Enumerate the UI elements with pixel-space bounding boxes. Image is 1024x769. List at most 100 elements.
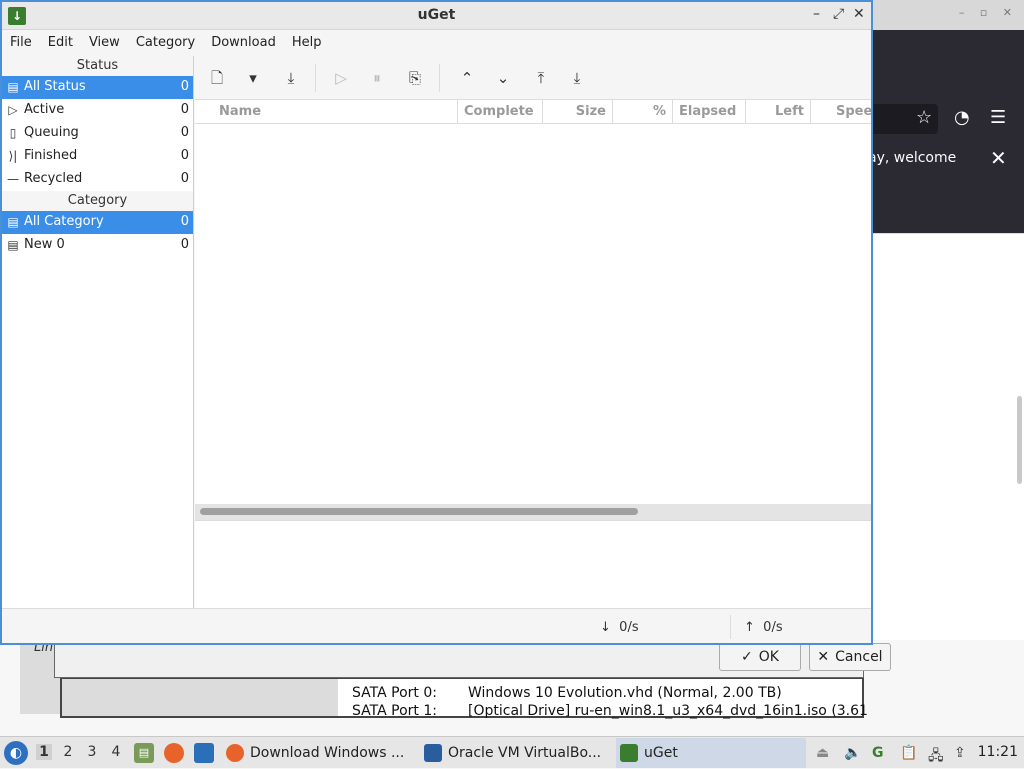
firefox-icon xyxy=(226,744,244,762)
column-complete[interactable]: Complete xyxy=(457,100,542,124)
status-label: Recycled xyxy=(24,171,83,186)
column-speed[interactable]: Speed xyxy=(810,100,871,124)
cancel-button[interactable]: ✕ Cancel xyxy=(809,643,891,671)
menu-help[interactable]: Help xyxy=(284,30,330,56)
network-icon[interactable]: 🖧 xyxy=(928,745,944,769)
workspace-3[interactable]: 3 xyxy=(84,744,100,760)
upload-speed-value: 0/s xyxy=(763,620,783,635)
column-percent[interactable]: % xyxy=(612,100,672,124)
sidebar: Status ▤ All Status 0 ▷ Active 0 ▯ Queui… xyxy=(2,56,194,608)
toolbar-separator xyxy=(439,64,440,92)
workspace-4[interactable]: 4 xyxy=(108,744,124,760)
category-header: Category xyxy=(2,191,193,211)
status-label: Queuing xyxy=(24,125,79,140)
hamburger-menu-icon[interactable]: ☰ xyxy=(990,108,1006,128)
ok-button[interactable]: ✓ OK xyxy=(719,643,801,671)
menu-edit[interactable]: Edit xyxy=(40,30,81,56)
status-count: 0 xyxy=(180,79,189,94)
ok-label: OK xyxy=(758,649,779,665)
browser-titlebar: – ▫ ✕ xyxy=(872,0,1024,30)
category-item-new[interactable]: ▤ New 0 0 xyxy=(2,234,193,257)
close-icon[interactable]: ✕ xyxy=(990,146,1007,170)
column-left[interactable]: Left xyxy=(745,100,810,124)
sata-port-0-value: Windows 10 Evolution.vhd (Normal, 2.00 T… xyxy=(468,685,782,701)
uget-tray-icon[interactable]: G xyxy=(872,745,884,761)
toolbar-separator xyxy=(315,64,316,92)
status-item-finished[interactable]: ⟩| Finished 0 xyxy=(2,145,193,168)
properties-icon[interactable]: ⎘ xyxy=(405,68,425,88)
status-item-active[interactable]: ▷ Active 0 xyxy=(2,99,193,122)
desktop-icon[interactable] xyxy=(194,743,214,763)
scrollbar-thumb[interactable] xyxy=(200,508,638,515)
move-bottom-icon[interactable]: ⤓ xyxy=(567,68,587,88)
clipboard-icon[interactable]: 📋 xyxy=(900,745,917,761)
download-list[interactable]: Name Complete Size % Elapsed Left Speed xyxy=(195,100,871,504)
horizontal-scrollbar[interactable] xyxy=(195,504,871,520)
start-icon[interactable]: ▷ xyxy=(331,68,351,88)
category-icon: ▤ xyxy=(7,238,19,252)
status-item-queuing[interactable]: ▯ Queuing 0 xyxy=(2,122,193,145)
uget-window: ↓ uGet – ⤢ ✕ File Edit View Category Dow… xyxy=(0,0,873,645)
upload-speed: ↑ 0/s xyxy=(744,620,783,635)
category-item-all[interactable]: ▤ All Category 0 xyxy=(2,211,193,234)
menu-category[interactable]: Category xyxy=(128,30,203,56)
task-uget[interactable]: uGet xyxy=(616,738,806,768)
status-label: Finished xyxy=(24,148,78,163)
new-download-icon[interactable]: 🗋 xyxy=(207,68,227,88)
arrow-up-icon: ↑ xyxy=(744,620,755,635)
dropdown-icon[interactable]: ▾ xyxy=(243,68,263,88)
update-icon[interactable]: ⇪ xyxy=(954,745,966,761)
menu-download[interactable]: Download xyxy=(203,30,284,56)
sata-port-0-label: SATA Port 0: xyxy=(352,685,437,701)
arrow-down-icon: ↓ xyxy=(600,620,611,635)
task-firefox[interactable]: Download Windows ... xyxy=(222,738,412,768)
maximize-icon[interactable]: ⤢ xyxy=(833,6,844,22)
batch-download-icon[interactable]: ⤓ xyxy=(281,68,301,88)
minimize-icon[interactable]: – xyxy=(813,6,820,22)
firefox-icon[interactable] xyxy=(164,743,184,763)
play-icon: ▷ xyxy=(8,103,18,117)
move-top-icon[interactable]: ⤒ xyxy=(531,68,551,88)
account-icon[interactable]: ◔ xyxy=(954,108,970,128)
pause-icon[interactable]: ⏸ xyxy=(367,68,387,88)
vbox-details-side xyxy=(62,679,338,716)
file-manager-icon[interactable]: ▤ xyxy=(134,743,154,763)
browser-window-controls[interactable]: – ▫ ✕ xyxy=(959,6,1018,19)
status-item-all[interactable]: ▤ All Status 0 xyxy=(2,76,193,99)
uget-icon xyxy=(620,744,638,762)
workspace-1[interactable]: 1 xyxy=(36,744,52,760)
volume-icon[interactable]: 🔈 xyxy=(844,745,861,761)
browser-scrollbar[interactable] xyxy=(1017,396,1022,484)
eject-icon[interactable]: ⏏ xyxy=(816,745,829,761)
cancel-label: Cancel xyxy=(835,649,883,665)
move-up-icon[interactable]: ⌃ xyxy=(457,68,477,88)
check-icon: ✓ xyxy=(741,649,753,665)
window-title: uGet xyxy=(417,7,456,23)
bookmark-star-icon[interactable]: ☆ xyxy=(916,108,932,128)
sata-port-1-value: [Optical Drive] ru-en_win8.1_u3_x64_dvd_… xyxy=(468,703,868,719)
virtualbox-icon xyxy=(424,744,442,762)
column-name[interactable]: Name xyxy=(195,100,457,124)
document-icon: ▯ xyxy=(9,126,17,140)
workspace-2[interactable]: 2 xyxy=(60,744,76,760)
all-status-icon: ▤ xyxy=(7,80,19,94)
move-down-icon[interactable]: ⌄ xyxy=(493,68,513,88)
all-category-icon: ▤ xyxy=(7,215,19,229)
task-virtualbox[interactable]: Oracle VM VirtualBo... xyxy=(420,738,610,768)
status-header: Status xyxy=(2,56,193,76)
sata-port-1-label: SATA Port 1: xyxy=(352,703,437,719)
start-menu-icon[interactable]: ◐ xyxy=(4,741,28,765)
status-item-recycled[interactable]: — Recycled 0 xyxy=(2,168,193,191)
category-label: New 0 xyxy=(24,237,65,252)
status-label: All Status xyxy=(24,79,86,94)
cross-icon: ✕ xyxy=(817,649,830,665)
download-speed-value: 0/s xyxy=(619,620,639,635)
column-elapsed[interactable]: Elapsed xyxy=(672,100,745,124)
close-icon[interactable]: ✕ xyxy=(853,6,865,22)
clock: 11:21 xyxy=(977,744,1018,760)
vbox-dialog-buttonbar: ✓ OK ✕ Cancel xyxy=(54,640,891,678)
window-titlebar[interactable]: ↓ uGet – ⤢ ✕ xyxy=(2,2,871,30)
menu-file[interactable]: File xyxy=(2,30,40,56)
column-size[interactable]: Size xyxy=(542,100,612,124)
menu-view[interactable]: View xyxy=(81,30,128,56)
